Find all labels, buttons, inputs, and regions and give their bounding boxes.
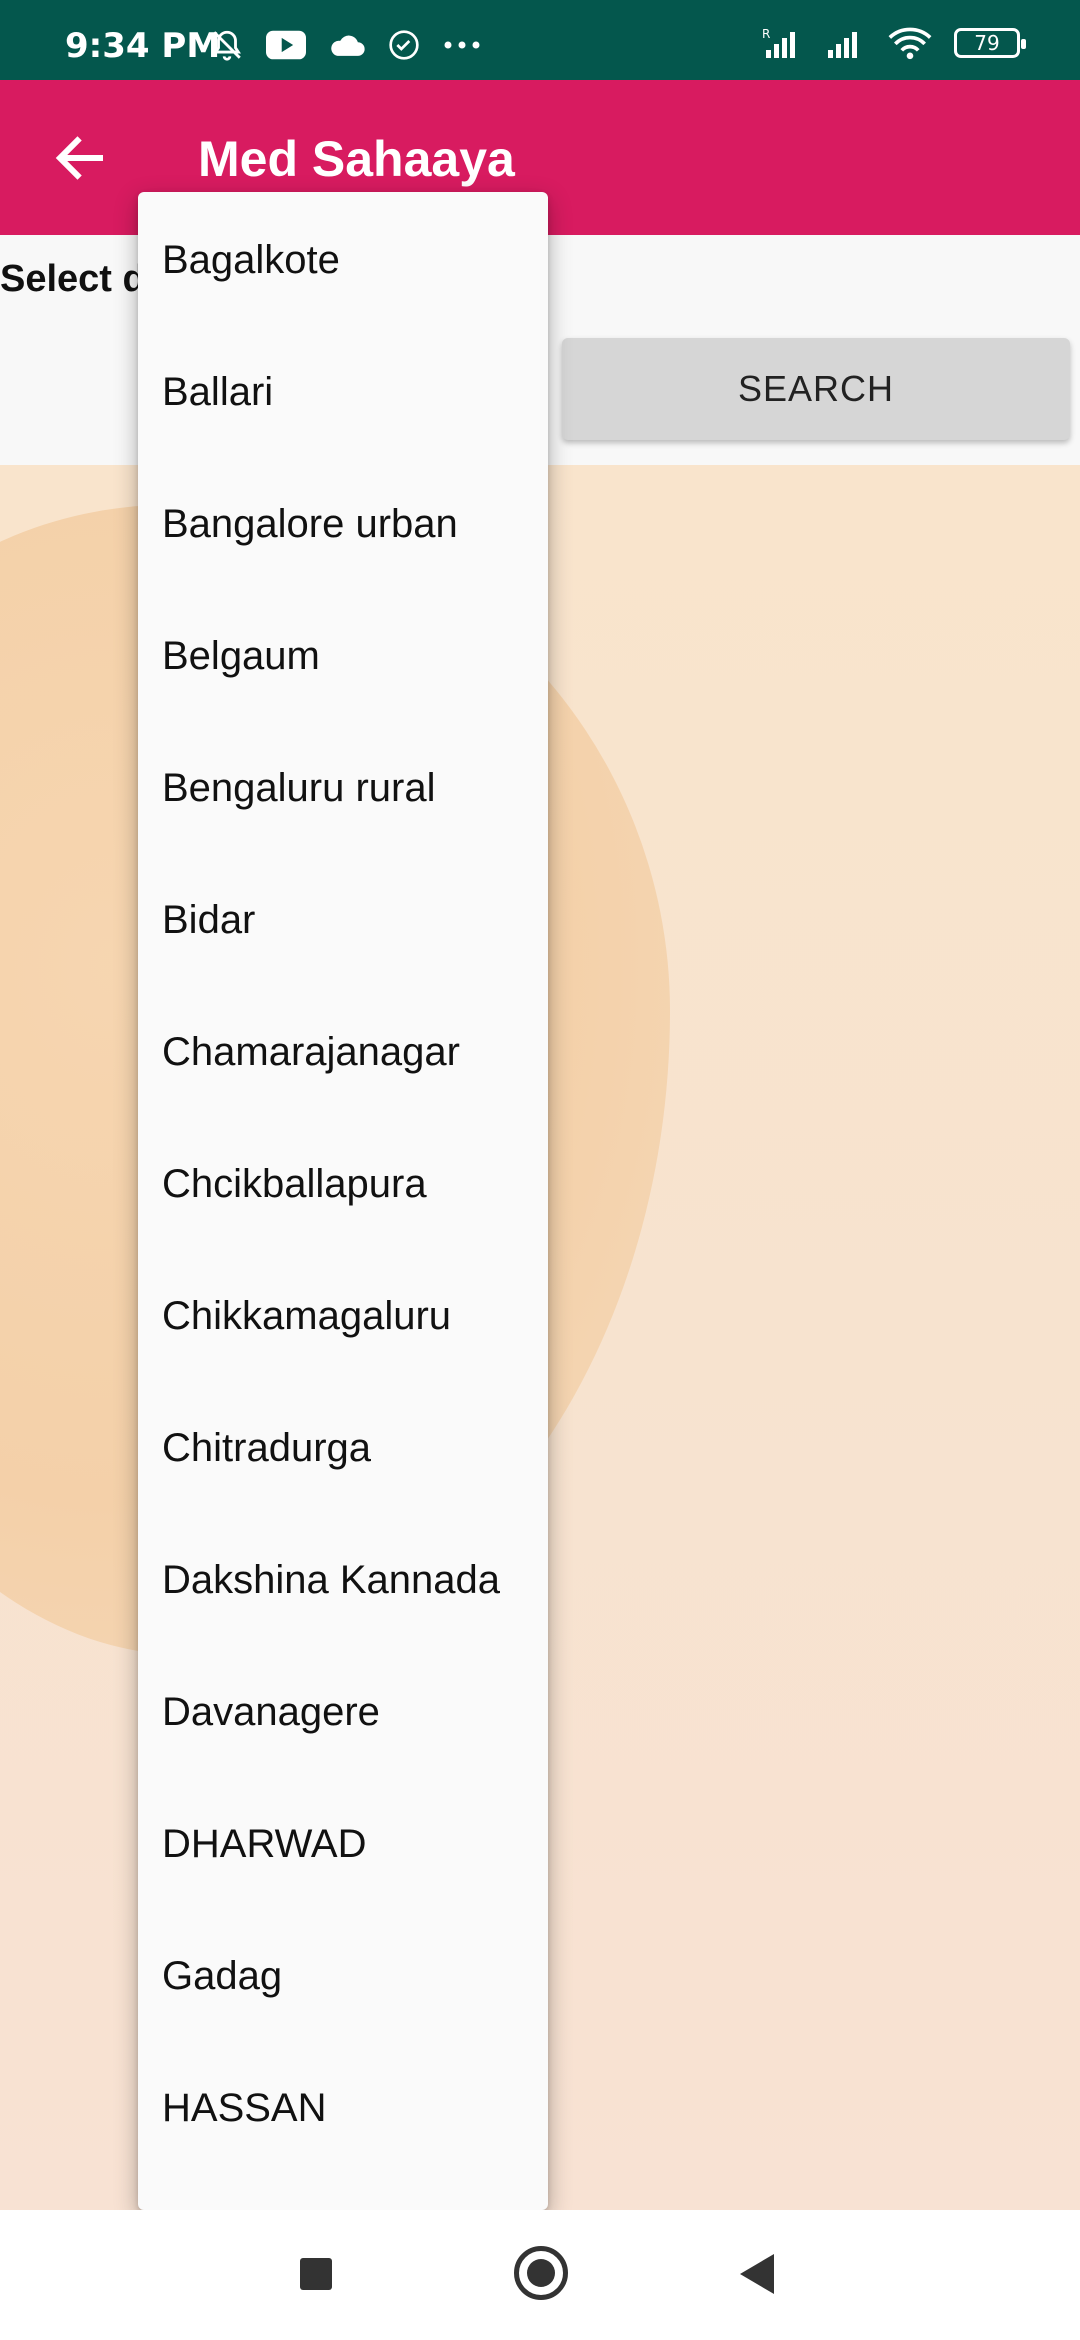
back-triangle-icon[interactable]	[740, 2254, 774, 2294]
dropdown-item[interactable]: Dakshina Kannada	[138, 1514, 548, 1646]
signal-icon	[828, 32, 857, 58]
dropdown-item[interactable]: Bidar	[138, 854, 548, 986]
dropdown-item[interactable]: Ballari	[138, 326, 548, 458]
system-nav-bar	[0, 2210, 1080, 2340]
check-circle-icon	[389, 30, 419, 60]
dropdown-item[interactable]: Chcikballapura	[138, 1118, 548, 1250]
dropdown-item[interactable]: Gadag	[138, 1910, 548, 2042]
status-bar: 9:34 PM R 79	[0, 0, 1080, 80]
dropdown-item[interactable]: Bengaluru rural	[138, 722, 548, 854]
district-dropdown[interactable]: Bagalkote Ballari Bangalore urban Belgau…	[138, 192, 548, 2210]
signal-roaming-icon: R	[762, 27, 795, 58]
arrow-back-icon[interactable]	[50, 128, 110, 188]
dropdown-item[interactable]: Chamarajanagar	[138, 986, 548, 1118]
status-time: 9:34 PM	[65, 26, 221, 66]
dropdown-item[interactable]: Chikkamagaluru	[138, 1250, 548, 1382]
status-icons-left	[210, 28, 482, 62]
youtube-icon	[266, 30, 306, 60]
svg-text:R: R	[762, 27, 770, 41]
dropdown-item[interactable]: Davanagere	[138, 1646, 548, 1778]
more-dots-icon	[444, 41, 480, 49]
app-title: Med Sahaaya	[198, 131, 515, 187]
recents-square-icon[interactable]	[300, 2258, 332, 2290]
status-icons-right: R 79	[762, 26, 1026, 60]
bell-off-icon	[213, 30, 241, 61]
dropdown-item[interactable]: Bagalkote	[138, 194, 548, 326]
battery-icon: 79	[954, 28, 1026, 58]
cloud-icon	[331, 35, 365, 56]
dropdown-item[interactable]: HASSAN	[138, 2042, 548, 2174]
dropdown-item[interactable]: Chitradurga	[138, 1382, 548, 1514]
search-button[interactable]: SEARCH	[562, 338, 1070, 440]
dropdown-item[interactable]: Belgaum	[138, 590, 548, 722]
dropdown-item[interactable]: DHARWAD	[138, 1778, 548, 1910]
dropdown-item[interactable]: Bangalore urban	[138, 458, 548, 590]
wifi-icon	[888, 27, 932, 60]
home-circle-icon[interactable]	[514, 2246, 568, 2300]
